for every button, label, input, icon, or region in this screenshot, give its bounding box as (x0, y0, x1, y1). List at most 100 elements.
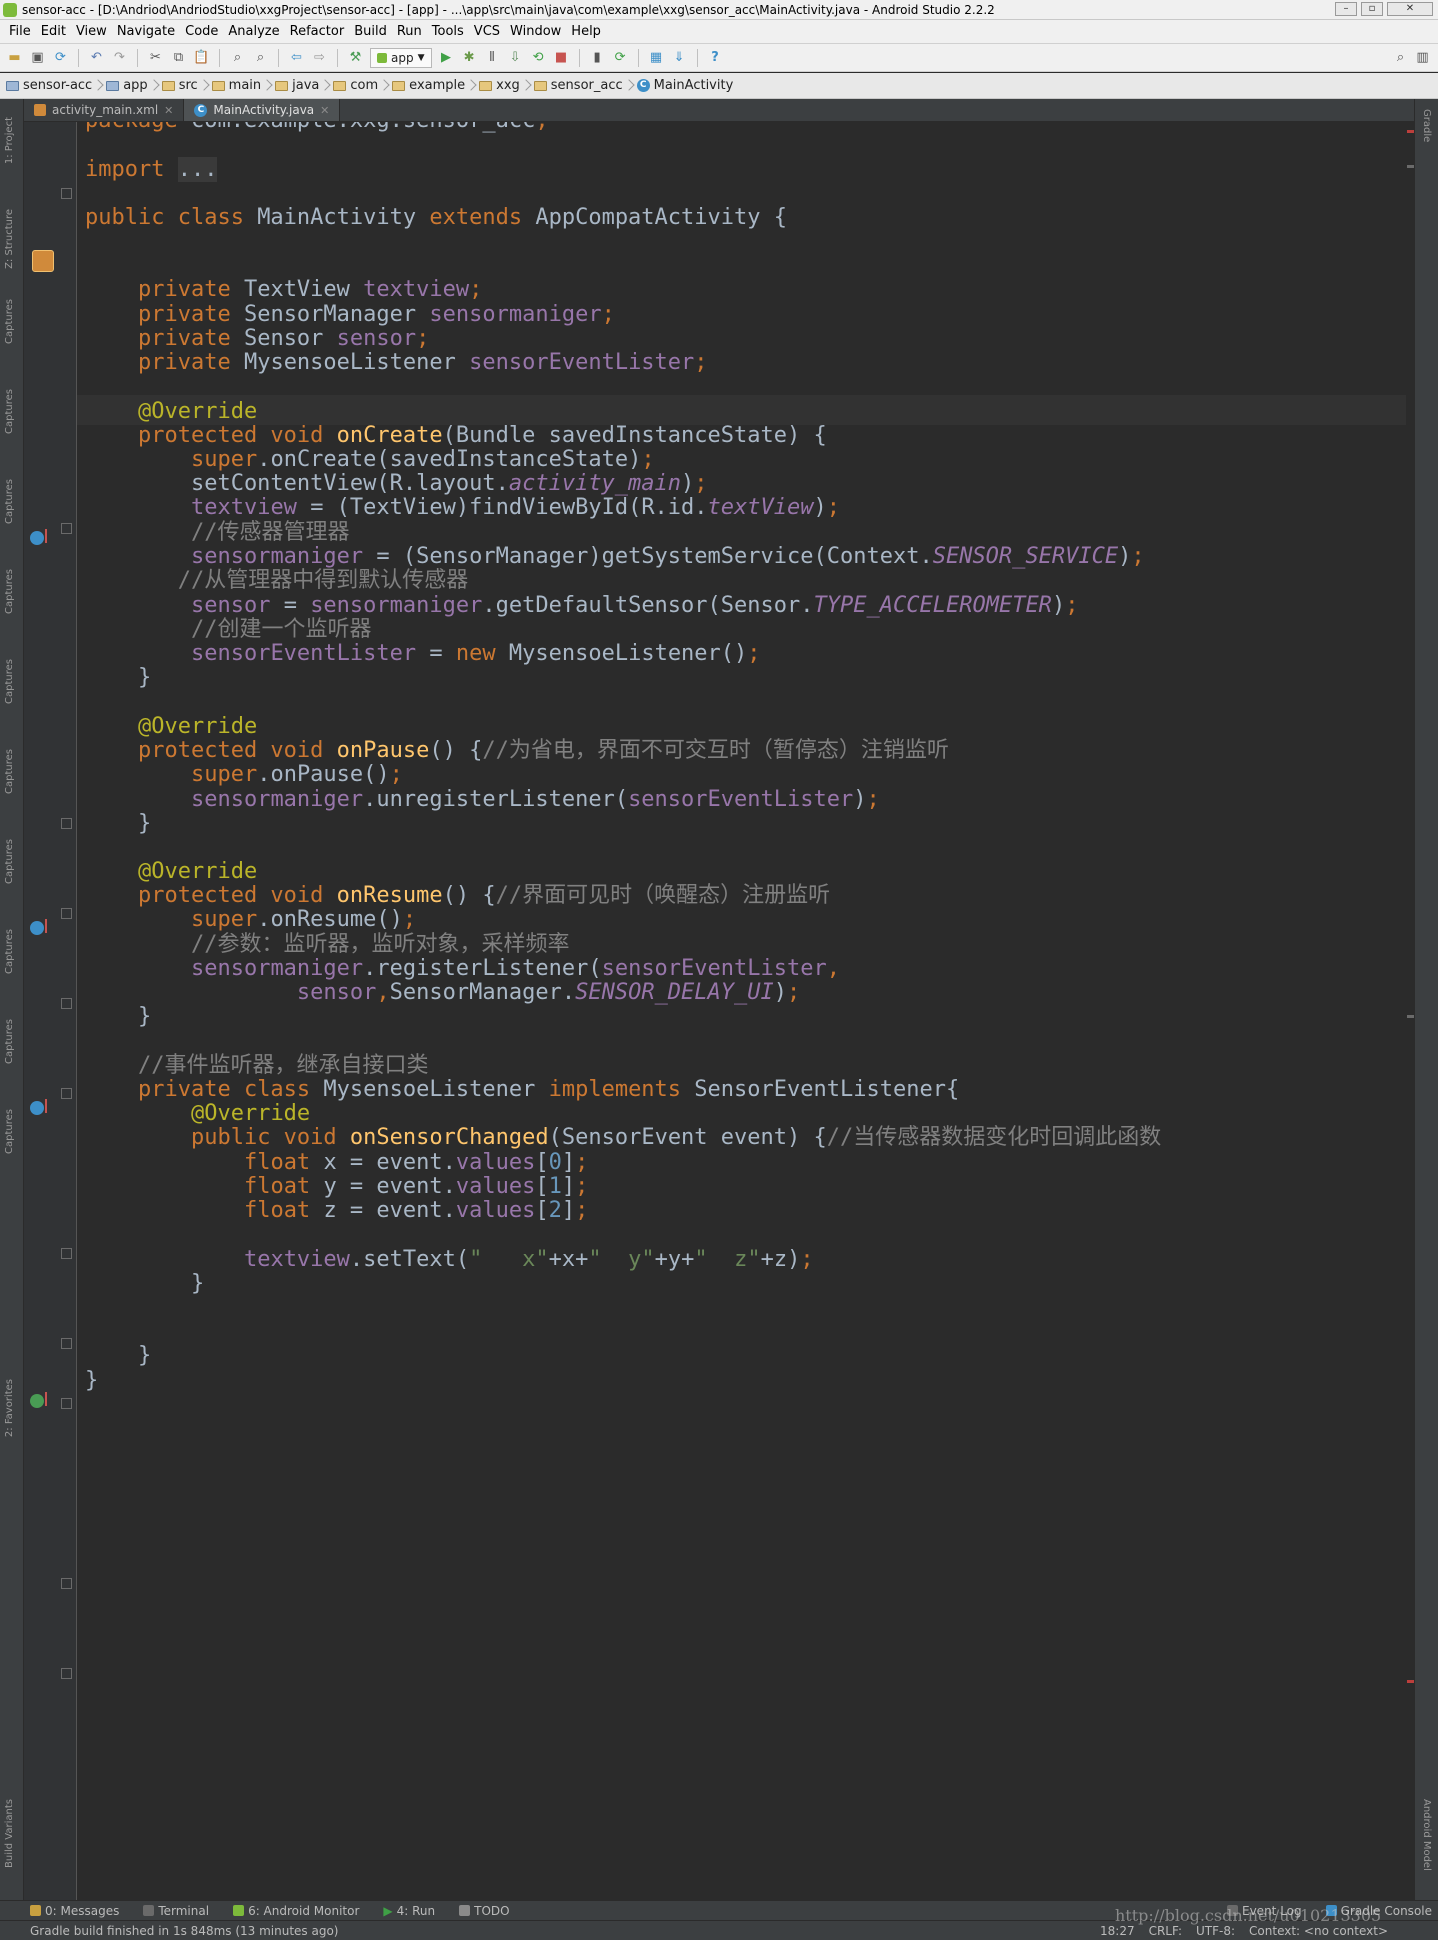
override-method-icon[interactable] (30, 919, 47, 935)
save-all-icon[interactable]: ▣ (29, 49, 46, 66)
project-tool-button[interactable]: 1: Project (4, 117, 15, 164)
breadcrumb-item[interactable]: sensor-acc (6, 78, 106, 93)
captures-tool-button[interactable]: Captures (4, 1109, 15, 1154)
captures-tool-button[interactable]: Captures (4, 569, 15, 614)
forward-icon[interactable]: ⇨ (311, 49, 328, 66)
menu-run[interactable]: Run (392, 24, 427, 39)
menu-analyze[interactable]: Analyze (223, 24, 284, 39)
breadcrumb-item[interactable]: com (333, 78, 392, 93)
menu-refactor[interactable]: Refactor (285, 24, 350, 39)
captures-tool-button[interactable]: Captures (4, 839, 15, 884)
messages-tool-button[interactable]: 0: Messages (30, 1904, 119, 1918)
paste-icon[interactable]: 📋 (193, 49, 210, 66)
caret-position[interactable]: 18:27 (1100, 1924, 1135, 1938)
menu-tools[interactable]: Tools (427, 24, 469, 39)
menu-navigate[interactable]: Navigate (112, 24, 180, 39)
breadcrumb-item[interactable]: xxg (479, 78, 534, 93)
code-line[interactable]: package com.example.xxg.sensor_acc; (85, 122, 549, 136)
captures-tool-button[interactable]: Captures (4, 659, 15, 704)
gradle-tool-button[interactable]: Gradle (1421, 109, 1432, 142)
redo-icon[interactable]: ↷ (111, 49, 128, 66)
warning-stripe-marker[interactable] (1407, 1015, 1414, 1018)
fold-toggle-icon[interactable] (61, 1398, 72, 1409)
undo-icon[interactable]: ↶ (88, 49, 105, 66)
run-config-select[interactable]: app ▼ (370, 47, 432, 68)
captures-tool-button[interactable]: Captures (4, 1019, 15, 1064)
code-line[interactable]: private MysensoeListener sensorEventList… (85, 348, 708, 378)
help-icon[interactable]: ? (707, 49, 724, 66)
tab-main-activity-java[interactable]: C MainActivity.java ✕ (184, 99, 341, 121)
fold-toggle-icon[interactable] (61, 188, 72, 199)
favorites-tool-button[interactable]: 2: Favorites (4, 1379, 15, 1437)
captures-tool-button[interactable]: Captures (4, 749, 15, 794)
line-separator[interactable]: CRLF: (1149, 1924, 1182, 1938)
tab-activity-main-xml[interactable]: activity_main.xml ✕ (24, 99, 185, 121)
file-encoding[interactable]: UTF-8: (1196, 1924, 1235, 1938)
layout-preview-icon[interactable] (32, 250, 54, 272)
find-icon[interactable]: ⌕ (229, 49, 246, 66)
code-line[interactable]: float z = event.values[2]; (85, 1196, 588, 1226)
fold-toggle-icon[interactable] (61, 1578, 72, 1589)
cut-icon[interactable]: ✂ (147, 49, 164, 66)
maximize-button[interactable]: ▫ (1361, 2, 1383, 16)
layout-icon[interactable]: ▥ (1414, 49, 1431, 66)
breadcrumb-item[interactable]: app (106, 78, 161, 93)
make-project-icon[interactable]: ⚒ (347, 49, 364, 66)
code-line[interactable]: public class MainActivity extends AppCom… (85, 203, 787, 233)
todo-tool-button[interactable]: TODO (459, 1904, 510, 1918)
context-indicator[interactable]: Context: <no context> (1249, 1924, 1388, 1938)
menu-view[interactable]: View (71, 24, 112, 39)
sync-icon[interactable]: ⟳ (52, 49, 69, 66)
run-icon[interactable]: ▶ (438, 49, 455, 66)
implement-method-icon[interactable] (30, 1392, 47, 1408)
breadcrumb-item[interactable]: C MainActivity (636, 78, 748, 93)
close-tab-icon[interactable]: ✕ (164, 104, 173, 117)
android-model-tool-button[interactable]: Android Model (1421, 1799, 1432, 1871)
error-stripe-marker[interactable] (1407, 130, 1414, 133)
debug-icon[interactable]: ✱ (461, 49, 478, 66)
avd-manager-icon[interactable]: ▮ (589, 49, 606, 66)
menu-help[interactable]: Help (566, 24, 606, 39)
attach-debugger-icon[interactable]: ⇩ (507, 49, 524, 66)
breadcrumb-item[interactable]: example (392, 78, 479, 93)
replace-icon[interactable]: ⌕ (252, 49, 269, 66)
menu-vcs[interactable]: VCS (469, 24, 505, 39)
breadcrumb-item[interactable]: sensor_acc (533, 78, 637, 93)
copy-icon[interactable]: ⧉ (170, 49, 187, 66)
open-folder-icon[interactable]: ▬ (6, 49, 23, 66)
coverage-icon[interactable]: ⦀ (484, 49, 501, 66)
breadcrumb-item[interactable]: main (211, 78, 275, 93)
apply-changes-icon[interactable]: ⟲ (530, 49, 547, 66)
code-line[interactable]: sensorEventLister = new MysensoeListener… (85, 639, 761, 669)
search-everywhere-icon[interactable]: ⌕ (1392, 49, 1409, 66)
android-monitor-tool-button[interactable]: 6: Android Monitor (233, 1904, 359, 1918)
close-tab-icon[interactable]: ✕ (320, 104, 329, 117)
captures-tool-button[interactable]: Captures (4, 389, 15, 434)
code-editor[interactable]: package com.example.xxg.sensor_acc;impor… (77, 122, 1410, 1900)
fold-toggle-icon[interactable] (61, 998, 72, 1009)
breadcrumb-item[interactable]: src (161, 78, 212, 93)
breadcrumb-item[interactable]: java (275, 78, 333, 93)
code-line[interactable]: } (85, 809, 151, 839)
fold-toggle-icon[interactable] (61, 1668, 72, 1679)
structure-tool-button[interactable]: Z: Structure (4, 209, 15, 269)
build-variants-tool-button[interactable]: Build Variants (4, 1799, 15, 1868)
editor-scrollbar[interactable] (1406, 122, 1414, 1900)
terminal-tool-button[interactable]: Terminal (143, 1904, 209, 1918)
menu-edit[interactable]: Edit (36, 24, 71, 39)
code-line[interactable]: import ... (85, 155, 218, 185)
code-line[interactable]: sensor,SensorManager.SENSOR_DELAY_UI); (85, 978, 800, 1008)
stop-icon[interactable]: ■ (553, 49, 570, 66)
fold-toggle-icon[interactable] (61, 1338, 72, 1349)
override-method-icon[interactable] (30, 529, 47, 545)
close-button[interactable]: ✕ (1387, 2, 1433, 16)
code-line[interactable]: } (85, 1366, 98, 1396)
fold-toggle-icon[interactable] (61, 1248, 72, 1259)
fold-toggle-icon[interactable] (61, 908, 72, 919)
back-icon[interactable]: ⇦ (288, 49, 305, 66)
fold-toggle-icon[interactable] (61, 523, 72, 534)
code-line[interactable]: } (85, 663, 151, 693)
fold-toggle-icon[interactable] (61, 818, 72, 829)
menu-file[interactable]: File (4, 24, 36, 39)
menu-code[interactable]: Code (180, 24, 223, 39)
